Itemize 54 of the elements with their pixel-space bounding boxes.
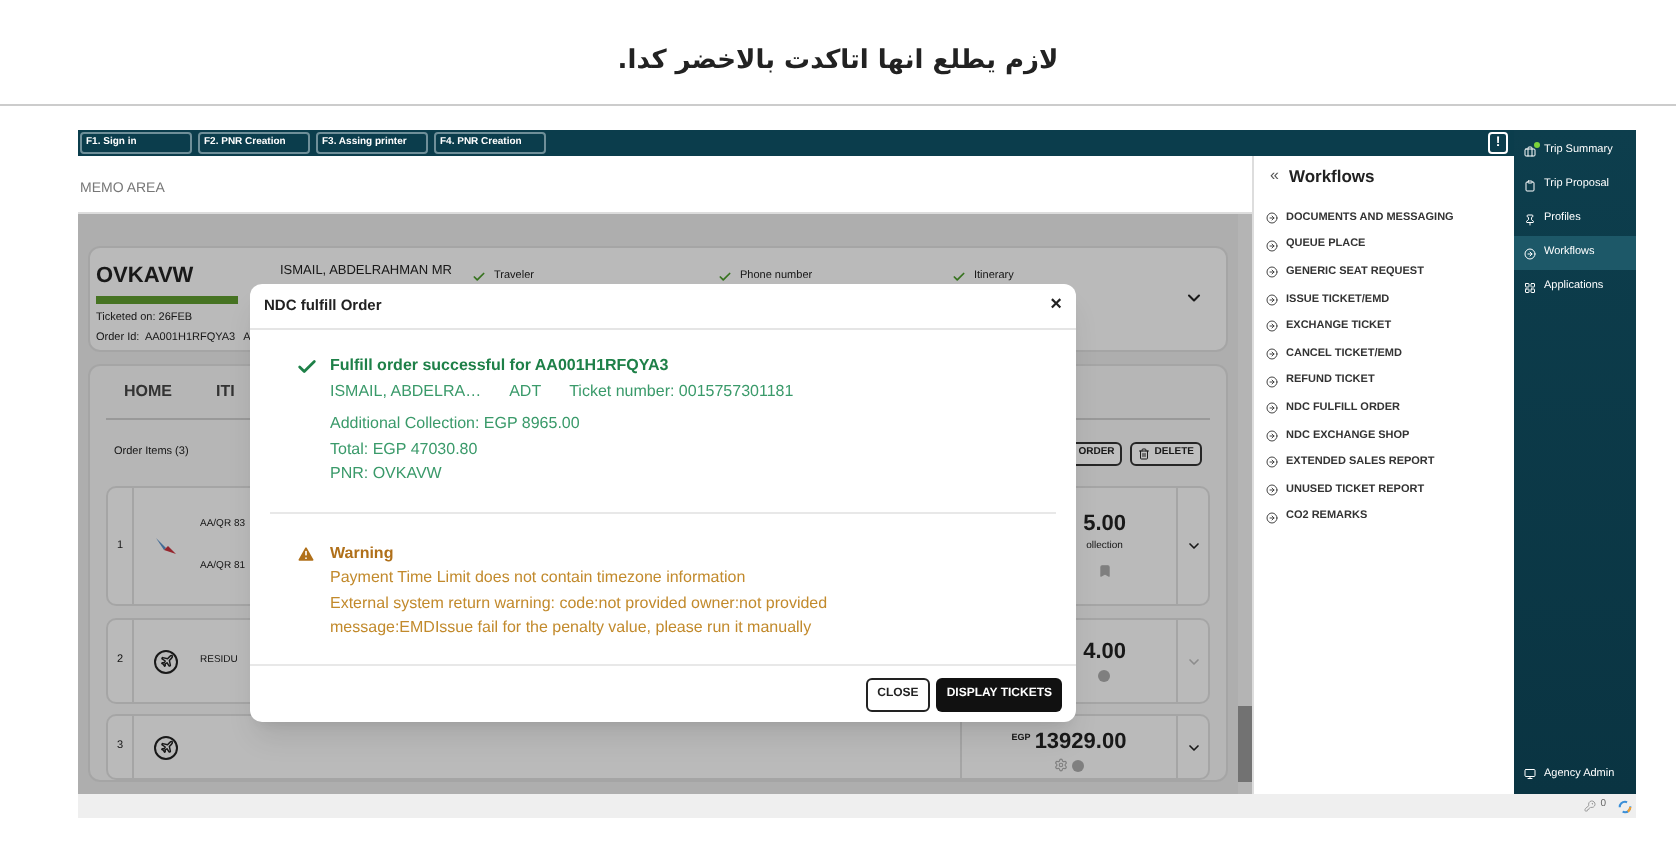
circle-arrow-icon bbox=[1266, 212, 1278, 224]
workflows-title: Workflows bbox=[1288, 163, 1375, 189]
circle-arrow-icon bbox=[1266, 266, 1278, 279]
circle-arrow-icon bbox=[1266, 320, 1278, 333]
key-icon bbox=[1584, 800, 1597, 812]
order-tab[interactable]: HOME bbox=[124, 382, 172, 402]
price: 4.00 bbox=[1083, 641, 1126, 663]
message-line: Total: EGP 47030.80 bbox=[330, 437, 480, 461]
circle-arrow-icon bbox=[1266, 511, 1278, 524]
grid-icon bbox=[1524, 281, 1536, 293]
collapse-button[interactable]: « bbox=[1270, 168, 1279, 184]
close-button[interactable]: × bbox=[1050, 296, 1062, 316]
circle-arrow-icon bbox=[1524, 247, 1536, 259]
monitor-icon bbox=[1524, 768, 1536, 780]
circle-arrow-icon bbox=[1266, 483, 1278, 496]
message-title: Fulfill order successful for AA001H1RFQYA3 bbox=[330, 354, 671, 378]
gear-icon bbox=[1054, 758, 1068, 772]
message-line: message:EMDIssue fail for the penalty value, please run it manually bbox=[330, 616, 814, 640]
bookmark-icon bbox=[1097, 563, 1112, 578]
clipboard-icon bbox=[1524, 179, 1536, 191]
circle-arrow-icon bbox=[1266, 456, 1278, 469]
message-line: PNR: OVKAVW bbox=[330, 462, 444, 486]
message-field: ADT bbox=[509, 379, 542, 404]
scrollbar[interactable] bbox=[1238, 214, 1252, 794]
ring-icon bbox=[1618, 799, 1632, 813]
pnr-code: OVKAVW bbox=[96, 266, 196, 288]
message-line: Payment Time Limit does not contain timezone information bbox=[330, 566, 748, 590]
plane-icon bbox=[154, 735, 178, 759]
status-strip bbox=[96, 296, 238, 304]
trash-icon bbox=[1138, 447, 1151, 459]
expand-chevron[interactable] bbox=[1185, 538, 1201, 554]
price: 13929.00 bbox=[1034, 732, 1127, 754]
circle-arrow-icon bbox=[1266, 239, 1278, 252]
message-line: Additional Collection: EGP 8965.00 bbox=[330, 412, 582, 436]
order-tab[interactable]: ITI bbox=[216, 382, 235, 402]
check-icon bbox=[296, 356, 318, 378]
message-title: Warning bbox=[330, 541, 396, 566]
briefcase-icon bbox=[1524, 145, 1536, 157]
pin-icon bbox=[1524, 213, 1536, 225]
expand-chevron[interactable] bbox=[1185, 739, 1201, 755]
circle-arrow-icon bbox=[1266, 375, 1278, 388]
circle-arrow-icon bbox=[1266, 402, 1278, 415]
message-field: ISMAIL, ABDELRA… bbox=[330, 379, 482, 404]
circle-arrow-icon bbox=[1266, 293, 1278, 306]
circle-arrow-icon bbox=[1266, 347, 1278, 360]
airline-logo bbox=[154, 534, 178, 558]
message-field: Ticket number: 0015757301181 bbox=[569, 379, 794, 404]
warning-icon bbox=[296, 543, 316, 563]
circle-arrow-icon bbox=[1266, 429, 1278, 442]
plane-icon bbox=[154, 649, 178, 673]
message-line: External system return warning: code:not provided owner:not provided bbox=[330, 591, 828, 616]
caption: لازم يطلع انها اتاكدت بالاخضر كدا. bbox=[617, 44, 1059, 81]
price: 5.00 bbox=[1083, 514, 1126, 537]
scrollbar-thumb[interactable] bbox=[1238, 706, 1252, 782]
